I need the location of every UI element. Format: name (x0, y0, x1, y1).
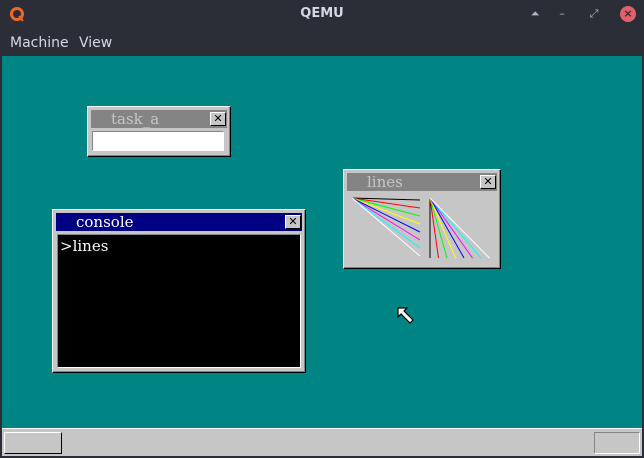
menu-machine[interactable]: Machine (10, 35, 69, 51)
guest-taskbar (2, 428, 642, 456)
lines-title: lines (367, 173, 403, 191)
line-left-5 (351, 197, 421, 241)
console-titlebar[interactable]: console ✕ (56, 213, 302, 231)
window-title: QEMU (300, 6, 344, 21)
close-icon[interactable]: × (620, 6, 636, 22)
task-a-window[interactable]: task_a ✕ (87, 106, 231, 157)
line-left-6 (351, 197, 421, 249)
start-button[interactable] (4, 432, 62, 454)
host-menubar: Machine View (0, 28, 644, 56)
host-titlebar: QEMU ⏶ – ⤢ × (0, 0, 644, 28)
lines-titlebar[interactable]: lines ✕ (347, 173, 497, 191)
line-right-4 (429, 197, 465, 259)
lines-close-icon[interactable]: ✕ (480, 175, 496, 189)
maximize-icon[interactable]: ⏶ (527, 6, 543, 22)
task-a-titlebar[interactable]: task_a ✕ (91, 110, 227, 128)
console-output[interactable]: >lines (57, 234, 301, 368)
menu-view[interactable]: View (79, 35, 112, 51)
console-text: >lines (60, 237, 109, 255)
console-window[interactable]: console ✕ >lines (52, 209, 306, 373)
lines-drawing (351, 197, 490, 259)
task-a-title: task_a (111, 110, 160, 128)
minimize-icon[interactable]: – (554, 6, 570, 22)
line-left-3 (351, 197, 421, 225)
console-close-icon[interactable]: ✕ (285, 215, 301, 229)
task-a-close-icon[interactable]: ✕ (210, 112, 226, 126)
restore-icon[interactable]: ⤢ (586, 6, 602, 22)
lines-window[interactable]: lines ✕ (343, 169, 501, 269)
system-tray (594, 432, 640, 454)
console-title: console (76, 213, 134, 231)
task-a-input[interactable] (92, 131, 224, 151)
guest-desktop[interactable]: task_a ✕ lines ✕ console ✕ >lines (2, 56, 642, 456)
mouse-cursor-icon (397, 307, 414, 324)
